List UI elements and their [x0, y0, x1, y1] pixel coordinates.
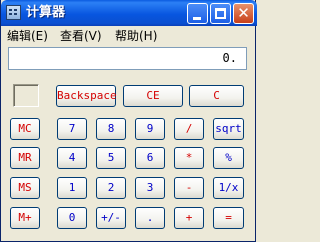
digit-0-button[interactable]: 0	[57, 207, 87, 229]
memory-recall-button[interactable]: MR	[10, 147, 40, 169]
title-bar[interactable]: 计算器 ✕	[1, 0, 257, 26]
memory-clear-button[interactable]: MC	[10, 118, 40, 140]
digit-5-button[interactable]: 5	[96, 147, 126, 169]
minimize-icon	[193, 17, 201, 20]
calculator-window: 计算器 ✕ 编辑(E) 查看(V) 帮助(H) 0. Backspace CE …	[0, 0, 257, 242]
clear-entry-button[interactable]: CE	[123, 85, 183, 107]
menu-view[interactable]: 查看(V)	[60, 29, 102, 43]
digit-1-button[interactable]: 1	[57, 177, 87, 199]
minimize-button[interactable]	[187, 3, 208, 24]
divide-button[interactable]: /	[174, 118, 204, 140]
digit-8-button[interactable]: 8	[96, 118, 126, 140]
digit-2-button[interactable]: 2	[96, 177, 126, 199]
multiply-button[interactable]: *	[174, 147, 204, 169]
memory-add-button[interactable]: M+	[10, 207, 40, 229]
result-display[interactable]: 0.	[8, 47, 247, 70]
backspace-button[interactable]: Backspace	[56, 85, 117, 107]
digit-7-button[interactable]: 7	[57, 118, 87, 140]
digit-3-button[interactable]: 3	[135, 177, 165, 199]
digit-9-button[interactable]: 9	[135, 118, 165, 140]
close-button[interactable]: ✕	[233, 3, 254, 24]
equals-button[interactable]: =	[213, 207, 244, 229]
digit-6-button[interactable]: 6	[135, 147, 165, 169]
calculator-app-icon	[6, 5, 21, 20]
add-button[interactable]: +	[174, 207, 204, 229]
clear-button[interactable]: C	[189, 85, 244, 107]
sqrt-button[interactable]: sqrt	[213, 118, 244, 140]
memory-store-button[interactable]: MS	[10, 177, 40, 199]
reciprocal-button[interactable]: 1/x	[213, 177, 244, 199]
percent-button[interactable]: %	[213, 147, 244, 169]
maximize-button[interactable]	[210, 3, 231, 24]
maximize-icon	[215, 8, 226, 19]
close-icon: ✕	[237, 4, 250, 22]
subtract-button[interactable]: -	[174, 177, 204, 199]
digit-4-button[interactable]: 4	[57, 147, 87, 169]
window-title: 计算器	[26, 5, 66, 20]
decimal-point-button[interactable]: .	[135, 207, 165, 229]
menu-help[interactable]: 帮助(H)	[115, 29, 157, 43]
menu-edit[interactable]: 编辑(E)	[7, 29, 48, 43]
sign-toggle-button[interactable]: +/-	[96, 207, 126, 229]
memory-indicator	[13, 84, 39, 107]
menu-bar: 编辑(E) 查看(V) 帮助(H)	[1, 26, 257, 46]
